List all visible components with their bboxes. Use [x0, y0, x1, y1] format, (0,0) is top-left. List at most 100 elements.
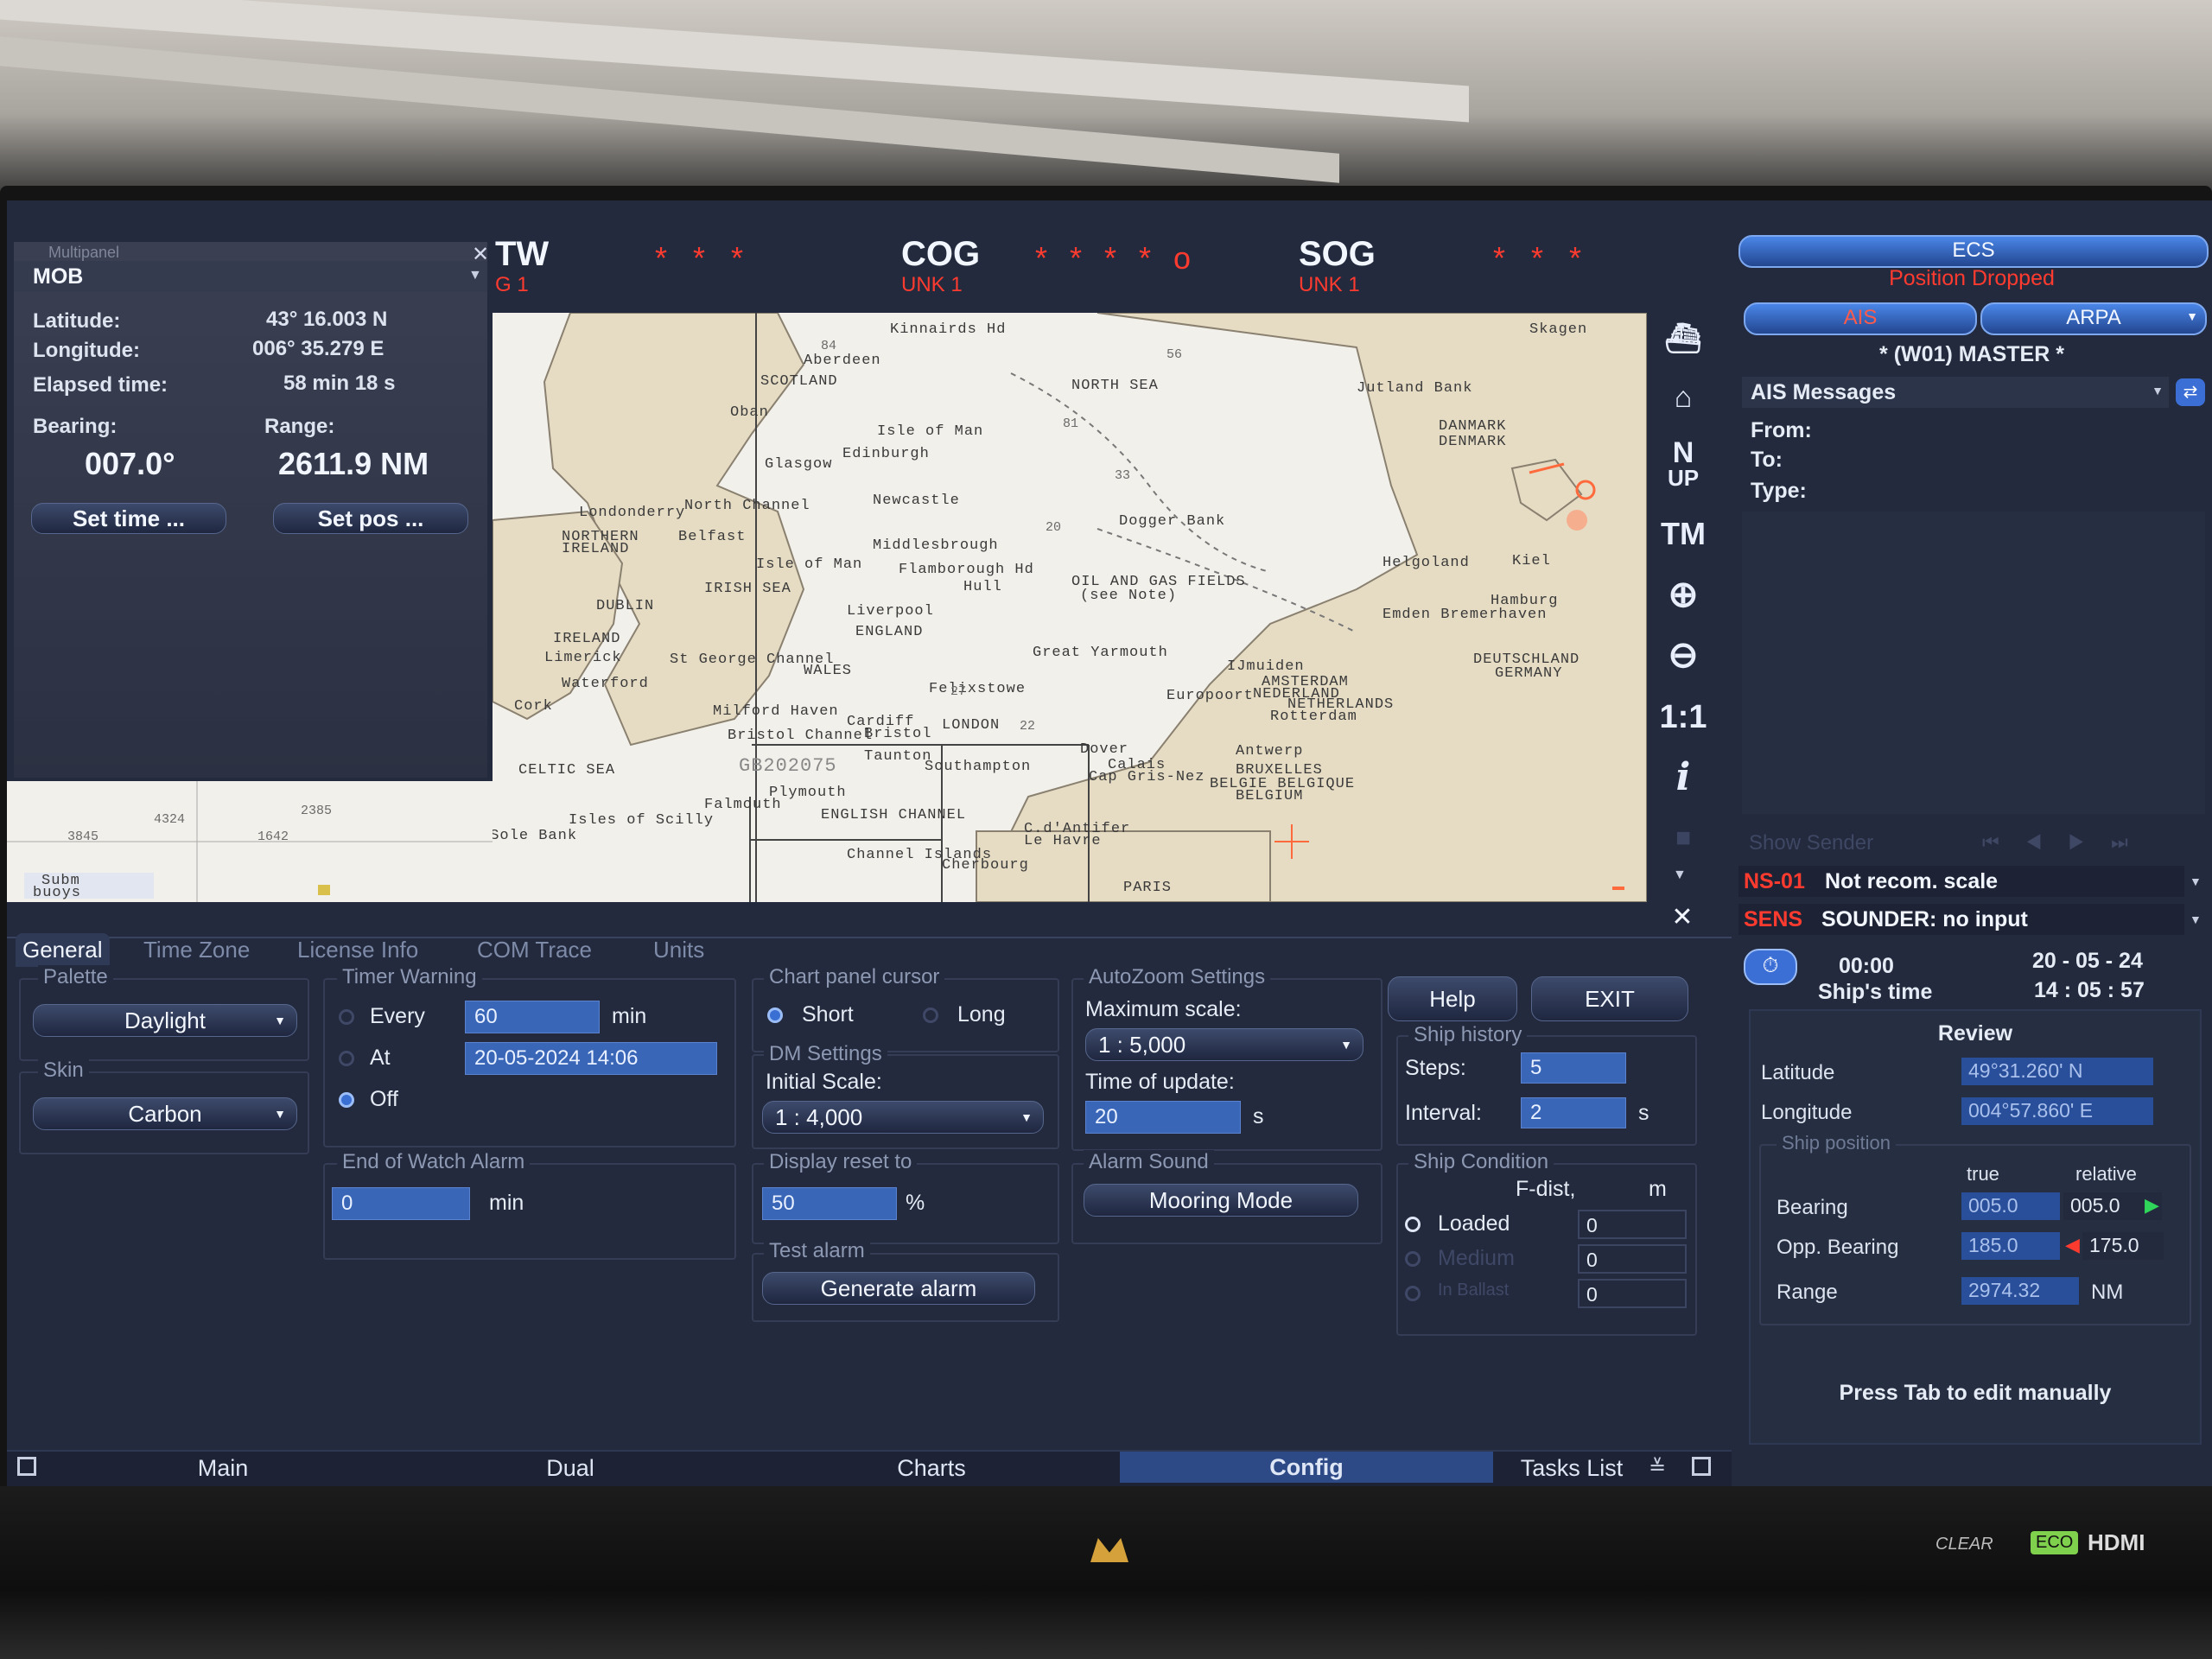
set-pos-button[interactable]: Set pos ...: [273, 503, 468, 534]
time-update-label: Time of update:: [1085, 1070, 1235, 1094]
display-reset-input[interactable]: 50: [762, 1187, 897, 1220]
mooring-mode-button[interactable]: Mooring Mode: [1084, 1184, 1358, 1217]
mob-longitude-label: Longitude:: [33, 339, 140, 362]
alert-row[interactable]: NS-01 Not recom. scale: [1738, 866, 2184, 897]
zoom-in-icon[interactable]: ⊕: [1654, 569, 1713, 622]
nav-tasks-list[interactable]: Tasks List: [1498, 1455, 1645, 1482]
map-label: Belfast: [678, 529, 747, 545]
show-sender-button[interactable]: Show Sender: [1749, 831, 1873, 855]
true-label: true: [1967, 1163, 1999, 1185]
ais-refresh-icon[interactable]: ⇄: [2176, 378, 2205, 406]
map-label: Dogger Bank: [1119, 513, 1226, 530]
layers-icon[interactable]: ■: [1654, 812, 1713, 866]
ecs-bar[interactable]: ECS: [1738, 235, 2209, 268]
every-input[interactable]: 60: [465, 1001, 600, 1033]
nav-config[interactable]: Config: [1120, 1452, 1493, 1483]
map-label: Limerick: [544, 650, 622, 666]
map-label: Emden Bremerhaven: [1382, 607, 1548, 623]
ais-label: AIS: [1843, 306, 1878, 329]
message-nav-icons[interactable]: ⏮◀▶⏭: [1982, 831, 2154, 854]
loaded-radio[interactable]: [1405, 1217, 1421, 1232]
tab-com-trace[interactable]: COM Trace: [477, 937, 592, 963]
tab-license-info[interactable]: License Info: [297, 937, 418, 963]
at-input[interactable]: 20-05-2024 14:06: [465, 1042, 717, 1075]
review-longitude-label: Longitude: [1761, 1101, 1853, 1124]
map-label: Great Sole Bank: [493, 828, 578, 844]
long-radio[interactable]: [923, 1007, 938, 1023]
alert-row[interactable]: SENS SOUNDER: no input: [1738, 904, 2184, 935]
map-label: DANMARK: [1439, 418, 1507, 435]
at-label: At: [370, 1046, 391, 1070]
panel-toggle-right-icon[interactable]: [1692, 1457, 1711, 1476]
north-up-button[interactable]: N UP: [1654, 438, 1713, 493]
arpa-tab[interactable]: ARPA ▼: [1980, 302, 2207, 335]
in-ballast-radio[interactable]: [1405, 1286, 1421, 1301]
at-radio[interactable]: [339, 1051, 354, 1066]
map-label: CELTIC SEA: [518, 762, 616, 779]
loaded-input[interactable]: 0: [1578, 1210, 1687, 1239]
chevron-down-icon: ▼: [1340, 1038, 1352, 1052]
close-panel-button[interactable]: ✕: [1661, 902, 1704, 931]
ais-tab[interactable]: AIS: [1744, 302, 1977, 335]
nav-dual[interactable]: Dual: [397, 1455, 743, 1482]
panel-toggle-icon[interactable]: [17, 1457, 36, 1476]
initial-scale-select[interactable]: 1 : 4,000 ▼: [762, 1101, 1044, 1134]
ship-history-title: Ship history: [1408, 1023, 1528, 1047]
stw-alert-stars: * * *: [655, 240, 753, 276]
chevron-down-icon[interactable]: ▼: [2190, 912, 2202, 926]
info-button[interactable]: i: [1654, 752, 1713, 805]
ecs-label: ECS: [1952, 238, 1995, 262]
short-radio[interactable]: [767, 1007, 783, 1023]
tasks-menu-icon[interactable]: ≚: [1649, 1455, 1666, 1480]
set-time-button[interactable]: Set time ...: [31, 503, 226, 534]
map-label: DENMARK: [1439, 434, 1507, 450]
map-label: Bristol: [864, 726, 932, 742]
steps-input[interactable]: 5: [1521, 1052, 1626, 1084]
medium-radio[interactable]: [1405, 1251, 1421, 1267]
chevron-down-icon: ▼: [274, 1107, 286, 1121]
scale-one-to-one-button[interactable]: 1:1: [1654, 691, 1713, 745]
map-label: Felixstowe: [929, 681, 1027, 697]
depth-sounding: 1642: [257, 830, 289, 844]
interval-input[interactable]: 2: [1521, 1097, 1626, 1128]
max-scale-select[interactable]: 1 : 5,000 ▼: [1085, 1028, 1363, 1061]
skin-select[interactable]: Carbon ▼: [33, 1097, 297, 1130]
palette-select[interactable]: Daylight ▼: [33, 1004, 297, 1037]
chevron-down-icon[interactable]: ▼: [1673, 868, 1687, 883]
every-unit: min: [612, 1004, 647, 1028]
true-motion-button[interactable]: TM: [1654, 508, 1713, 562]
tab-time-zone[interactable]: Time Zone: [143, 937, 250, 963]
own-ship-icon[interactable]: ⛴: [1654, 313, 1713, 366]
chevron-down-icon[interactable]: ▼: [2190, 874, 2202, 888]
chart-id-label: GB202075: [739, 755, 837, 777]
mob-elapsed-value: 58 min 18 s: [283, 372, 396, 395]
ais-messages-select[interactable]: AIS Messages ▼: [1742, 377, 2169, 408]
medium-input[interactable]: 0: [1578, 1244, 1687, 1274]
time-update-input[interactable]: 20: [1085, 1101, 1241, 1134]
exit-button[interactable]: EXIT: [1531, 976, 1688, 1021]
chart-view[interactable]: Aberdeen Kinnairds Hd SCOTLAND NORTH SEA…: [493, 313, 1647, 902]
map-label: WALES: [804, 663, 853, 679]
zoom-out-icon[interactable]: ⊖: [1654, 629, 1713, 683]
every-radio[interactable]: [339, 1009, 354, 1025]
palette-title: Palette: [38, 965, 113, 989]
help-button[interactable]: Help: [1388, 976, 1517, 1021]
alarm-sound-title: Alarm Sound: [1084, 1150, 1214, 1174]
ships-time-label: Ship's time: [1818, 980, 1933, 1004]
center-ship-icon[interactable]: ⌂: [1654, 372, 1713, 425]
end-of-watch-input[interactable]: 0: [332, 1187, 470, 1220]
mob-longitude-value: 006° 35.279 E: [252, 337, 385, 360]
stw-label: TW: [495, 235, 550, 273]
tab-units[interactable]: Units: [653, 937, 704, 963]
mob-elapsed-label: Elapsed time:: [33, 373, 168, 397]
depth-sounding: 4324: [154, 812, 186, 827]
chevron-down-icon[interactable]: ▼: [468, 268, 482, 283]
generate-alarm-button[interactable]: Generate alarm: [762, 1272, 1035, 1305]
off-radio[interactable]: [339, 1092, 354, 1108]
nav-charts[interactable]: Charts: [750, 1455, 1113, 1482]
map-label: NORTH SEA: [1071, 378, 1159, 394]
timer-icon[interactable]: ⏱: [1744, 949, 1797, 985]
in-ballast-input[interactable]: 0: [1578, 1279, 1687, 1308]
tab-general[interactable]: General: [16, 933, 110, 967]
nav-main[interactable]: Main: [41, 1455, 404, 1482]
